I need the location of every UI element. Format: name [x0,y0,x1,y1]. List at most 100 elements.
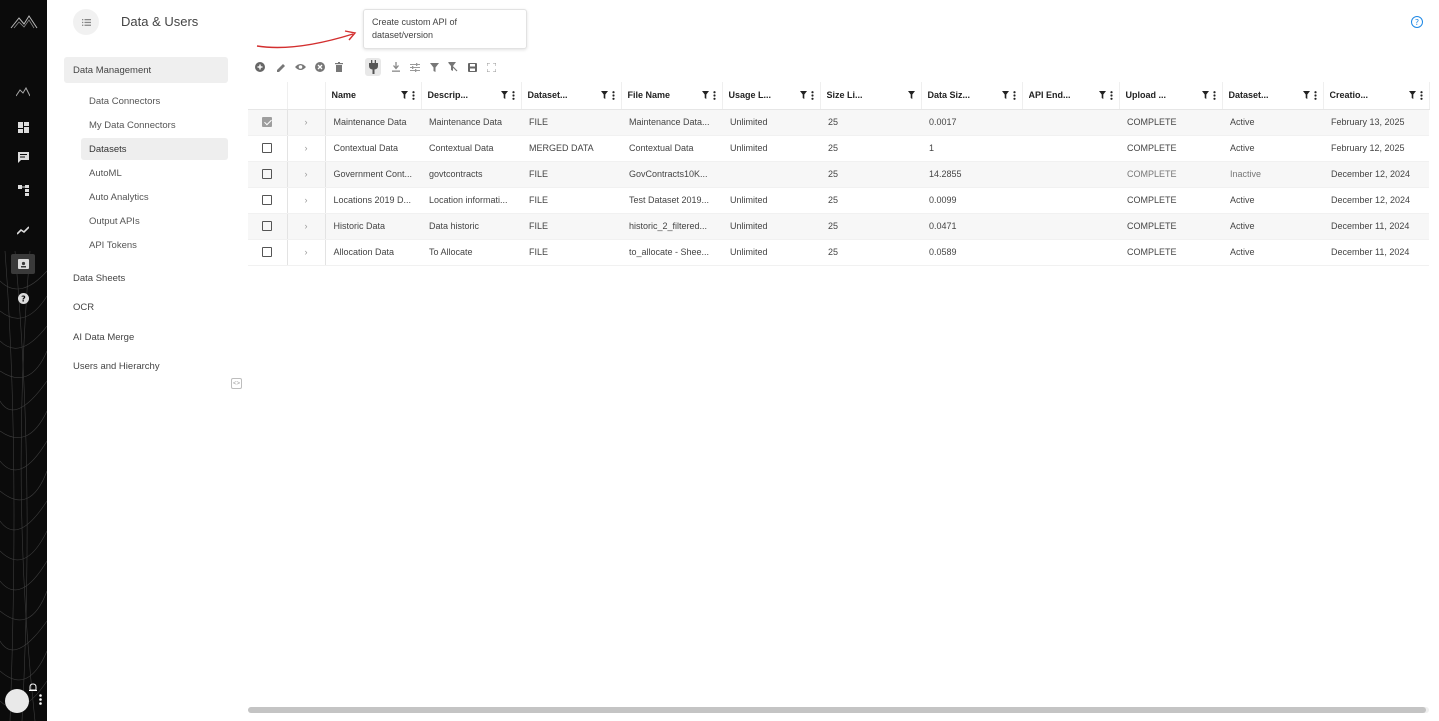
nav-ocr[interactable]: OCR [64,294,228,320]
column-menu-icon[interactable] [810,90,814,100]
nav-automl[interactable]: AutoML [81,162,228,184]
help-question-icon[interactable]: ? [11,288,35,308]
column-header[interactable]: Dataset... [1222,82,1324,110]
add-circle-icon[interactable] [253,59,267,75]
cell-upload-status[interactable]: COMPLETE [1119,239,1222,266]
column-header[interactable]: Dataset... [521,82,622,110]
column-header[interactable]: Size Li... [820,82,922,110]
select-all-header[interactable] [248,82,288,110]
column-filter-icon[interactable] [1001,91,1009,100]
analytics-trend-icon[interactable] [11,220,35,240]
cell-upload-status[interactable]: COMPLETE [1119,161,1222,188]
nav-auto-analytics[interactable]: Auto Analytics [81,186,228,208]
column-menu-icon[interactable] [1313,90,1317,100]
hierarchy-icon[interactable] [11,180,35,200]
cell-file-name[interactable]: to_allocate - Shee... [621,239,722,266]
cell-description[interactable]: To Allocate [421,239,521,266]
fullscreen-icon[interactable] [484,59,498,75]
cell-upload-status[interactable]: COMPLETE [1119,135,1222,162]
cell-api-endpoint[interactable] [1022,161,1119,188]
cell-description[interactable]: Data historic [421,213,521,240]
column-header[interactable]: File Name [621,82,723,110]
cell-file-name[interactable]: Test Dataset 2019... [621,187,722,214]
cell-creation-date[interactable]: February 13, 2025 [1323,109,1429,136]
cell-dataset-status[interactable]: Active [1222,187,1323,214]
column-filter-icon[interactable] [1408,91,1416,100]
cell-dataset-type[interactable]: FILE [521,239,621,266]
row-checkbox-cell[interactable] [248,135,288,162]
app-logo-icon[interactable] [10,14,38,30]
cell-name[interactable]: Allocation Data [325,239,421,266]
column-filter-icon[interactable] [907,91,915,100]
save-icon[interactable] [465,59,479,75]
tune-icon[interactable] [408,59,422,75]
chevron-right-icon[interactable]: › [287,187,326,214]
table-row[interactable]: › Contextual Data Contextual Data MERGED… [248,135,1429,162]
column-header[interactable]: Usage L... [722,82,821,110]
cell-size-limit[interactable]: 25 [820,239,921,266]
column-menu-icon[interactable] [1212,90,1216,100]
nav-data-connectors[interactable]: Data Connectors [81,90,228,112]
nav-data-management[interactable]: Data Management [64,57,228,83]
column-menu-icon[interactable] [411,90,415,100]
cell-name[interactable]: Locations 2019 D... [325,187,421,214]
cell-name[interactable]: Government Cont... [325,161,421,188]
cancel-circle-icon[interactable] [313,59,327,75]
cell-creation-date[interactable]: December 12, 2024 [1323,187,1429,214]
nav-my-data-connectors[interactable]: My Data Connectors [81,114,228,136]
data-users-icon[interactable] [11,254,35,274]
cell-size-limit[interactable]: 25 [820,135,921,162]
table-row[interactable]: › Allocation Data To Allocate FILE to_al… [248,239,1429,266]
cell-api-endpoint[interactable] [1022,109,1119,136]
edit-pencil-icon[interactable] [274,59,288,75]
column-menu-icon[interactable] [712,90,716,100]
row-checkbox[interactable] [262,221,273,232]
cell-dataset-type[interactable]: FILE [521,187,621,214]
cell-usage-limit[interactable] [722,161,820,188]
cell-creation-date[interactable]: February 12, 2025 [1323,135,1429,162]
column-filter-icon[interactable] [600,91,608,100]
column-menu-icon[interactable] [611,90,615,100]
cell-size-limit[interactable]: 25 [820,161,921,188]
row-checkbox[interactable] [262,117,273,128]
more-vert-icon[interactable] [39,693,45,707]
cell-creation-date[interactable]: December 12, 2024 [1323,161,1429,188]
cell-dataset-status[interactable]: Active [1222,135,1323,162]
cell-dataset-status[interactable]: Active [1222,239,1323,266]
delete-trash-icon[interactable] [332,59,346,75]
row-checkbox-cell[interactable] [248,187,288,214]
menu-toggle-button[interactable] [73,9,99,35]
cell-dataset-type[interactable]: FILE [521,109,621,136]
chevron-right-icon[interactable]: › [287,109,326,136]
cell-upload-status[interactable]: COMPLETE [1119,109,1222,136]
nav-data-sheets[interactable]: Data Sheets [64,265,228,291]
row-checkbox[interactable] [262,169,273,180]
cell-upload-status[interactable]: COMPLETE [1119,187,1222,214]
cell-data-size[interactable]: 0.0017 [921,109,1022,136]
chevron-right-icon[interactable]: › [287,135,326,162]
chevron-right-icon[interactable]: › [287,213,326,240]
cell-name[interactable]: Contextual Data [325,135,421,162]
help-circle-icon[interactable]: ? [1410,15,1424,29]
cell-file-name[interactable]: historic_2_filtered... [621,213,722,240]
table-row[interactable]: › Historic Data Data historic FILE histo… [248,213,1429,240]
cell-usage-limit[interactable]: Unlimited [722,135,820,162]
column-filter-icon[interactable] [400,91,408,100]
cell-upload-status[interactable]: COMPLETE [1119,213,1222,240]
cell-dataset-status[interactable]: Active [1222,109,1323,136]
column-filter-icon[interactable] [1201,91,1209,100]
cell-file-name[interactable]: Contextual Data [621,135,722,162]
cell-description[interactable]: Maintenance Data [421,109,521,136]
clear-filter-icon[interactable] [446,59,460,75]
column-header[interactable]: Creatio... [1323,82,1430,110]
cell-dataset-type[interactable]: FILE [521,213,621,240]
cell-data-size[interactable]: 1 [921,135,1022,162]
nav-api-tokens[interactable]: API Tokens [81,234,228,256]
horizontal-scrollbar[interactable] [248,707,1429,713]
cell-description[interactable]: govtcontracts [421,161,521,188]
row-checkbox[interactable] [262,143,273,154]
column-menu-icon[interactable] [1109,90,1113,100]
cell-file-name[interactable]: GovContracts10K... [621,161,722,188]
row-checkbox[interactable] [262,195,273,206]
nav-users-hierarchy[interactable]: Users and Hierarchy [64,353,228,379]
